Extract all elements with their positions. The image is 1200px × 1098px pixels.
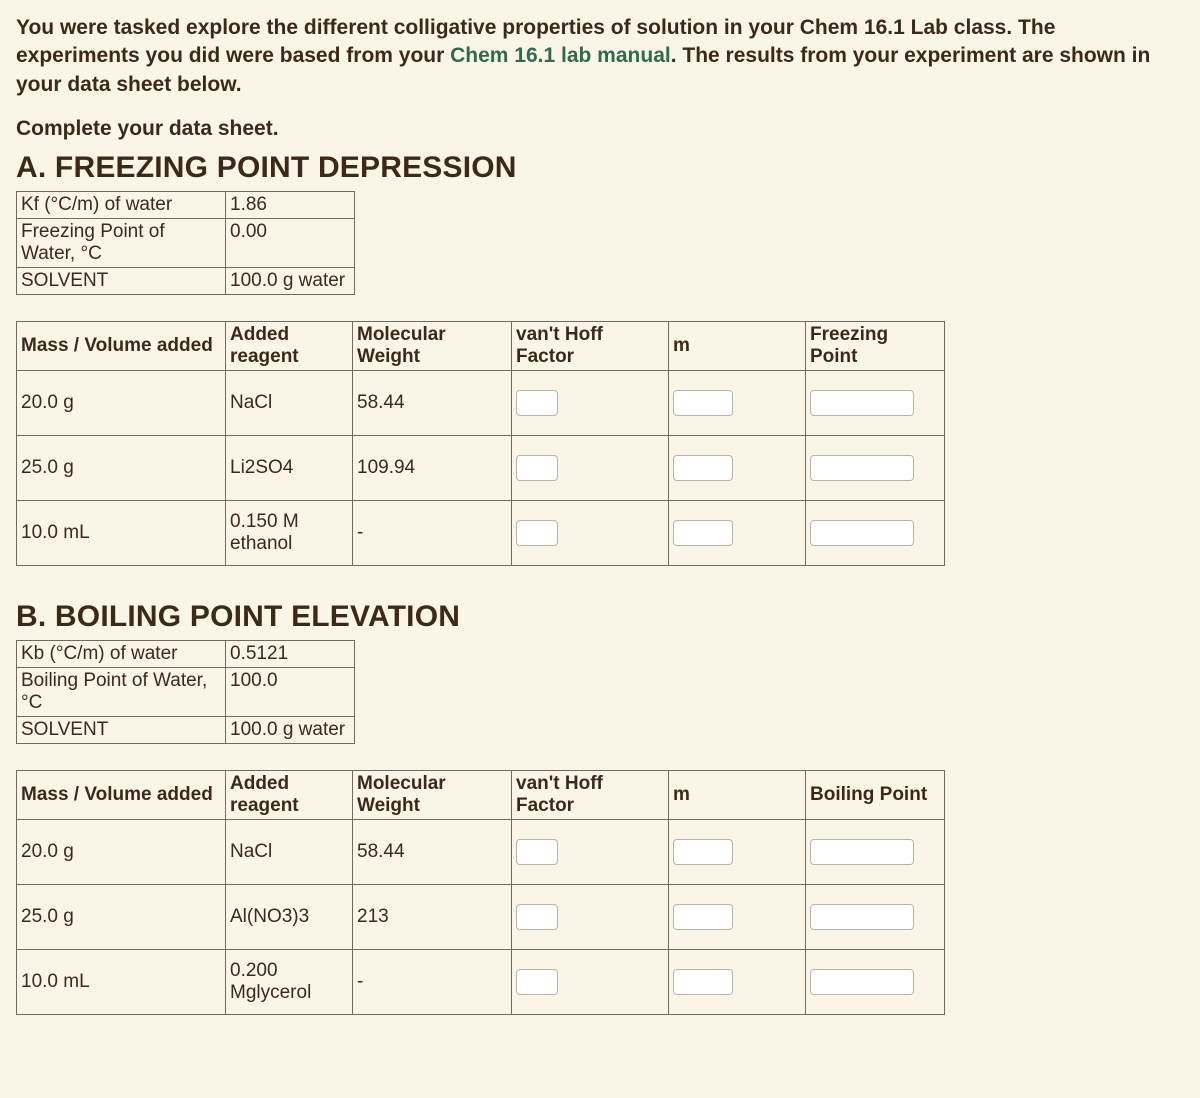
m-input[interactable] [673,455,733,481]
kb-value: 0.5121 [226,641,355,668]
m-input[interactable] [673,969,733,995]
col-mw: Molecular Weight [353,322,512,371]
col-reagent: Added reagent [226,322,353,371]
fp-water-label: Freezing Point of Water, °C [17,219,226,268]
kf-value: 1.86 [226,192,355,219]
table-row: 20.0 g NaCl 58.44 [17,820,945,885]
section-b-title: B. BOILING POINT ELEVATION [16,600,1184,634]
cell-mass: 10.0 mL [17,950,226,1015]
table-row: 10.0 mL 0.200 Mglycerol - [17,950,945,1015]
col-result: Freezing Point [806,322,945,371]
intro-paragraph: You were tasked explore the different co… [16,14,1184,99]
solvent-b-value: 100.0 g water [226,717,355,744]
cell-mass: 20.0 g [17,820,226,885]
bp-water-value: 100.0 [226,668,355,717]
solvent-a-value: 100.0 g water [226,268,355,295]
kf-label: Kf (°C/m) of water [17,192,226,219]
cell-mw: 58.44 [353,371,512,436]
vhf-input[interactable] [516,969,558,995]
cell-reagent: 0.150 M ethanol [226,501,353,566]
cell-mass: 25.0 g [17,436,226,501]
col-m: m [669,771,806,820]
cell-mw: - [353,950,512,1015]
cell-reagent: Li2SO4 [226,436,353,501]
result-input[interactable] [810,839,914,865]
result-input[interactable] [810,390,914,416]
m-input[interactable] [673,904,733,930]
col-mw: Molecular Weight [353,771,512,820]
solvent-b-label: SOLVENT [17,717,226,744]
section-a-info-table: Kf (°C/m) of water 1.86 Freezing Point o… [16,191,355,295]
cell-reagent: NaCl [226,371,353,436]
cell-mw: - [353,501,512,566]
section-b-info-table: Kb (°C/m) of water 0.5121 Boiling Point … [16,640,355,744]
m-input[interactable] [673,839,733,865]
section-a-title: A. FREEZING POINT DEPRESSION [16,151,1184,185]
col-vhf: van't Hoff Factor [512,322,669,371]
cell-mass: 10.0 mL [17,501,226,566]
col-mass: Mass / Volume added [17,322,226,371]
table-header-row: Mass / Volume added Added reagent Molecu… [17,771,945,820]
table-row: 10.0 mL 0.150 M ethanol - [17,501,945,566]
cell-reagent: 0.200 Mglycerol [226,950,353,1015]
lab-manual-link[interactable]: Chem 16.1 lab manual [450,44,671,67]
cell-mass: 25.0 g [17,885,226,950]
cell-mass: 20.0 g [17,371,226,436]
table-row: 25.0 g Li2SO4 109.94 [17,436,945,501]
cell-reagent: NaCl [226,820,353,885]
m-input[interactable] [673,520,733,546]
vhf-input[interactable] [516,839,558,865]
cell-mw: 58.44 [353,820,512,885]
solvent-a-label: SOLVENT [17,268,226,295]
complete-prompt: Complete your data sheet. [16,117,1184,141]
col-mass: Mass / Volume added [17,771,226,820]
cell-reagent: Al(NO3)3 [226,885,353,950]
result-input[interactable] [810,520,914,546]
cell-mw: 213 [353,885,512,950]
result-input[interactable] [810,904,914,930]
col-reagent: Added reagent [226,771,353,820]
vhf-input[interactable] [516,904,558,930]
vhf-input[interactable] [516,455,558,481]
m-input[interactable] [673,390,733,416]
fp-water-value: 0.00 [226,219,355,268]
col-m: m [669,322,806,371]
table-row: 25.0 g Al(NO3)3 213 [17,885,945,950]
cell-mw: 109.94 [353,436,512,501]
vhf-input[interactable] [516,390,558,416]
bp-water-label: Boiling Point of Water, °C [17,668,226,717]
kb-label: Kb (°C/m) of water [17,641,226,668]
result-input[interactable] [810,455,914,481]
col-result: Boiling Point [806,771,945,820]
section-a-data-table: Mass / Volume added Added reagent Molecu… [16,321,945,566]
section-b-data-table: Mass / Volume added Added reagent Molecu… [16,770,945,1015]
vhf-input[interactable] [516,520,558,546]
result-input[interactable] [810,969,914,995]
col-vhf: van't Hoff Factor [512,771,669,820]
table-header-row: Mass / Volume added Added reagent Molecu… [17,322,945,371]
table-row: 20.0 g NaCl 58.44 [17,371,945,436]
